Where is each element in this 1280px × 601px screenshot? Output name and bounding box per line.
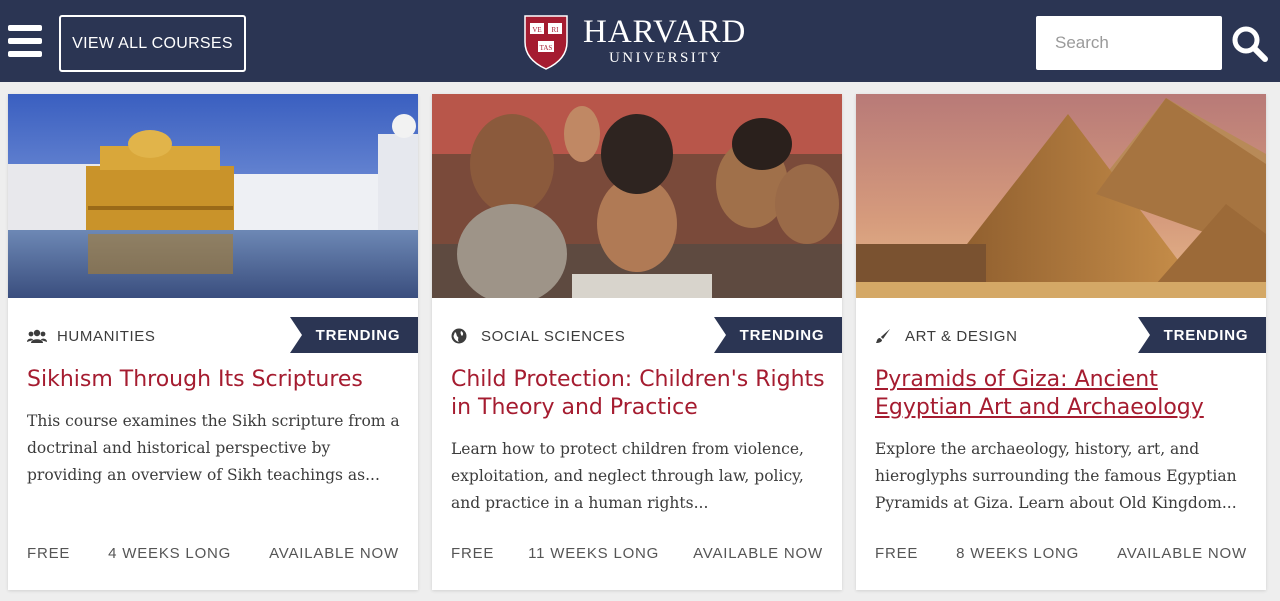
category-label: HUMANITIES bbox=[57, 327, 156, 345]
category-label: SOCIAL SCIENCES bbox=[481, 327, 626, 345]
course-description: This course examines the Sikh scripture … bbox=[27, 412, 400, 484]
trending-badge: TRENDING bbox=[1138, 317, 1266, 353]
category-label: ART & DESIGN bbox=[905, 327, 1018, 345]
course-image-pyramids[interactable] bbox=[856, 94, 1266, 298]
course-category: HUMANITIES bbox=[27, 326, 156, 346]
course-category: SOCIAL SCIENCES bbox=[451, 326, 625, 346]
site-header: VIEW ALL COURSES VE RI TAS HARVARD UNIVE… bbox=[0, 0, 1280, 82]
course-card[interactable]: SOCIAL SCIENCES TRENDING Child Protectio… bbox=[432, 94, 842, 590]
logo-name: HARVARD bbox=[583, 14, 747, 50]
search-input[interactable] bbox=[1036, 16, 1222, 70]
users-icon bbox=[27, 328, 47, 344]
view-all-courses-button[interactable]: VIEW ALL COURSES bbox=[59, 15, 246, 72]
trending-badge: TRENDING bbox=[290, 317, 418, 353]
hamburger-menu-icon[interactable] bbox=[8, 25, 42, 59]
search-box bbox=[1036, 16, 1222, 70]
course-price: FREE bbox=[27, 545, 71, 562]
course-card[interactable]: HUMANITIES TRENDING Sikhism Through Its … bbox=[8, 94, 418, 590]
course-title[interactable]: Pyramids of Giza: Ancient Egyptian Art a… bbox=[875, 366, 1255, 422]
course-availability: AVAILABLE NOW bbox=[1117, 545, 1247, 562]
course-footer: FREE 8 WEEKS LONG AVAILABLE NOW bbox=[875, 545, 1247, 562]
course-card[interactable]: ART & DESIGN TRENDING Pyramids of Giza: … bbox=[856, 94, 1266, 590]
logo-subname: UNIVERSITY bbox=[609, 50, 723, 66]
course-description: Learn how to protect children from viole… bbox=[451, 440, 804, 512]
svg-text:TAS: TAS bbox=[540, 44, 553, 52]
course-image-children[interactable] bbox=[432, 94, 842, 298]
course-availability: AVAILABLE NOW bbox=[693, 545, 823, 562]
course-footer: FREE 11 WEEKS LONG AVAILABLE NOW bbox=[451, 545, 823, 562]
harvard-shield-icon: VE RI TAS bbox=[524, 15, 568, 70]
course-availability: AVAILABLE NOW bbox=[269, 545, 399, 562]
course-title[interactable]: Child Protection: Children's Rights in T… bbox=[451, 366, 831, 422]
harvard-logo[interactable]: VE RI TAS HARVARD UNIVERSITY bbox=[523, 14, 747, 72]
globe-icon bbox=[451, 328, 471, 344]
svg-text:VE: VE bbox=[532, 26, 541, 34]
trending-badge: TRENDING bbox=[714, 317, 842, 353]
paintbrush-icon bbox=[875, 328, 895, 344]
course-price: FREE bbox=[451, 545, 495, 562]
course-category: ART & DESIGN bbox=[875, 326, 1018, 346]
search-icon[interactable] bbox=[1230, 24, 1270, 64]
course-image-golden-temple[interactable] bbox=[8, 94, 418, 298]
svg-text:RI: RI bbox=[552, 26, 560, 34]
course-price: FREE bbox=[875, 545, 919, 562]
course-title[interactable]: Sikhism Through Its Scriptures bbox=[27, 366, 407, 394]
course-footer: FREE 4 WEEKS LONG AVAILABLE NOW bbox=[27, 545, 399, 562]
course-description: Explore the archaeology, history, art, a… bbox=[875, 440, 1237, 512]
course-duration: 11 WEEKS LONG bbox=[528, 545, 660, 562]
course-duration: 8 WEEKS LONG bbox=[956, 545, 1080, 562]
course-duration: 4 WEEKS LONG bbox=[108, 545, 232, 562]
